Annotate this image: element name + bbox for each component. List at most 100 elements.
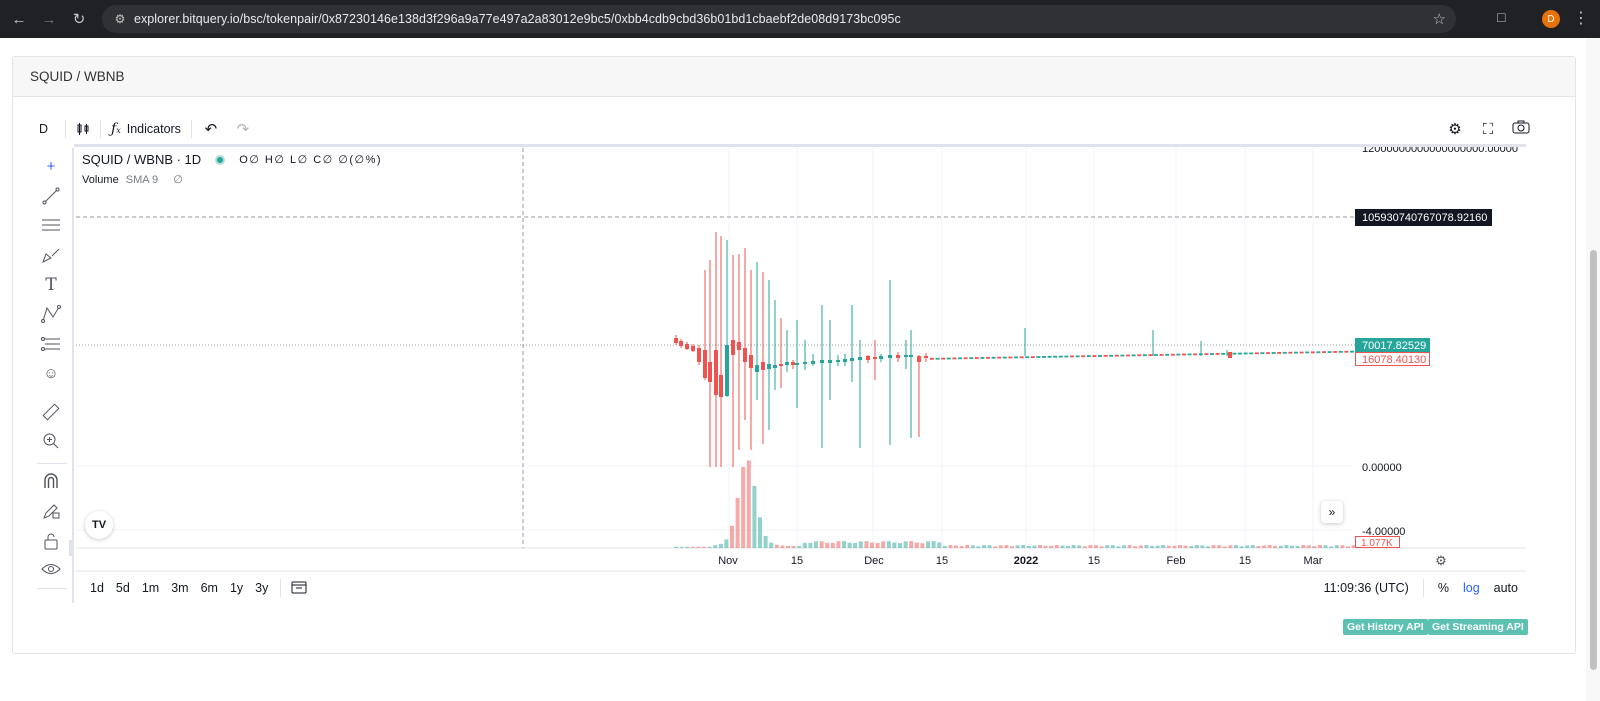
- range-5d-button[interactable]: 5d: [116, 581, 130, 595]
- zoom-in-icon[interactable]: [38, 430, 64, 452]
- volume-bar: [931, 541, 936, 548]
- crosshair-icon[interactable]: +: [38, 155, 64, 177]
- interval-selector[interactable]: D: [39, 122, 48, 136]
- fib-retracement-icon[interactable]: [38, 214, 64, 236]
- pattern-icon[interactable]: [38, 303, 64, 325]
- candle-body: [1299, 351, 1304, 354]
- tradingview-logo[interactable]: TV: [85, 511, 113, 539]
- candle-body: [737, 342, 741, 350]
- chart-style-icon[interactable]: [76, 122, 90, 136]
- candle-body: [1338, 350, 1343, 353]
- candle-body: [1058, 355, 1063, 358]
- candle-body: [1036, 356, 1041, 358]
- time-axis-tick: Nov: [718, 555, 738, 567]
- candle-body: [1260, 352, 1265, 355]
- scroll-to-realtime-button[interactable]: »: [1321, 501, 1343, 523]
- candle-body: [1215, 353, 1220, 355]
- text-tool-icon[interactable]: T: [38, 274, 64, 296]
- forecast-icon[interactable]: [38, 333, 64, 355]
- range-1m-button[interactable]: 1m: [142, 581, 159, 595]
- get-streaming-api-button[interactable]: Get Streaming API: [1428, 619, 1528, 635]
- range-6m-button[interactable]: 6m: [201, 581, 218, 595]
- volume-bar: [1301, 545, 1306, 548]
- volume-bar: [780, 545, 785, 548]
- date-range-calendar-icon[interactable]: [291, 580, 307, 597]
- volume-bar: [758, 517, 762, 548]
- brush-icon[interactable]: [38, 244, 64, 266]
- volume-bar: [920, 543, 925, 548]
- volume-bar: [1340, 545, 1345, 548]
- candle-body: [941, 357, 946, 360]
- volume-bar: [685, 546, 690, 548]
- candle-body: [917, 356, 921, 362]
- volume-bar: [735, 497, 740, 548]
- candle-body: [963, 357, 968, 360]
- volume-bar: [707, 546, 712, 548]
- range-3y-button[interactable]: 3y: [255, 581, 268, 595]
- emoji-icon[interactable]: ☺: [38, 362, 64, 384]
- lock-icon[interactable]: [38, 530, 64, 552]
- camera-icon[interactable]: [1512, 120, 1530, 138]
- utc-time[interactable]: 11:09:36 (UTC): [1324, 581, 1409, 595]
- volume-bar: [1183, 545, 1188, 548]
- candle-body: [1204, 353, 1209, 356]
- indicators-button[interactable]: ƒx Indicators: [111, 121, 181, 137]
- undo-icon[interactable]: ↶: [202, 120, 220, 138]
- time-axis-tick: Dec: [864, 555, 884, 567]
- settings-gear-icon[interactable]: ⚙: [1446, 120, 1464, 138]
- volume-legend: Volume SMA 9 ∅: [82, 173, 183, 186]
- eye-icon[interactable]: [38, 558, 64, 580]
- volume-bar: [1004, 545, 1009, 548]
- volume-bar: [842, 541, 846, 548]
- candle-body: [1064, 355, 1069, 358]
- volume-bar: [1334, 545, 1339, 548]
- volume-label[interactable]: Volume: [82, 174, 119, 186]
- volume-bar: [886, 541, 891, 548]
- volume-bar: [948, 545, 953, 548]
- volume-bar: [1290, 545, 1294, 548]
- auto-toggle[interactable]: auto: [1494, 581, 1518, 595]
- candle-body: [980, 357, 985, 359]
- volume-bar: [982, 545, 986, 548]
- time-axis-tick: 2022: [1014, 555, 1038, 567]
- magnet-icon[interactable]: [38, 470, 64, 492]
- range-1y-button[interactable]: 1y: [230, 581, 243, 595]
- volume-bar: [774, 544, 779, 548]
- volume-bar: [1049, 545, 1054, 548]
- trend-line-icon[interactable]: [38, 185, 64, 207]
- volume-bar: [1026, 546, 1031, 548]
- range-1d-button[interactable]: 1d: [90, 581, 104, 595]
- candle-body: [1086, 355, 1091, 358]
- candle-body: [1008, 356, 1013, 359]
- candle-body: [697, 348, 701, 362]
- candle-body: [674, 338, 678, 343]
- get-history-api-button[interactable]: Get History API: [1343, 619, 1428, 635]
- candle-body: [1187, 353, 1192, 356]
- volume-bar: [1200, 545, 1205, 548]
- fullscreen-icon[interactable]: ⛶: [1479, 121, 1497, 138]
- volume-bar: [713, 545, 718, 548]
- candle-body: [1103, 354, 1108, 357]
- candle-body: [888, 355, 892, 358]
- candle-body: [958, 357, 962, 360]
- candle-body: [1109, 354, 1114, 357]
- volume-bar: [1127, 545, 1132, 548]
- bottom-divider: [280, 579, 282, 597]
- volume-axis-label: 1.077K: [1361, 538, 1393, 549]
- percent-toggle[interactable]: %: [1438, 581, 1449, 595]
- chart-legend: SQUID / WBNB · 1D O∅ H∅ L∅ C∅ ∅(∅%): [82, 152, 382, 167]
- redo-icon[interactable]: ↷: [234, 120, 252, 138]
- ruler-icon[interactable]: [38, 401, 64, 423]
- volume-bar: [1211, 545, 1216, 548]
- log-toggle[interactable]: log: [1463, 581, 1480, 595]
- volume-bar: [1066, 545, 1070, 548]
- range-3m-button[interactable]: 3m: [171, 581, 188, 595]
- candle-body: [1030, 356, 1035, 358]
- volume-bar: [937, 542, 942, 548]
- lock-drawing-pencil-icon[interactable]: [38, 500, 64, 522]
- volume-bar: [1295, 545, 1300, 548]
- candle-body: [866, 356, 870, 360]
- legend-symbol[interactable]: SQUID / WBNB · 1D: [82, 152, 201, 167]
- volume-bar: [898, 543, 902, 548]
- volume-bar: [1178, 545, 1182, 548]
